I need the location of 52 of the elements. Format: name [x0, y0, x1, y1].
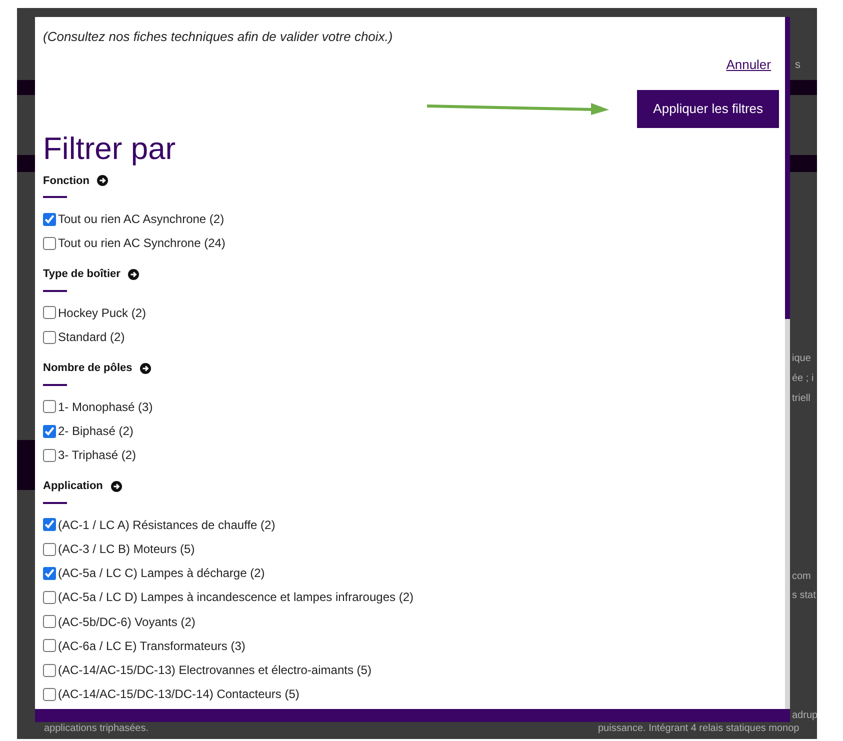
hint-text: (Consultez nos fiches techniques afin de valider votre choix.)	[43, 28, 394, 46]
filter-checkbox[interactable]	[43, 518, 56, 532]
option-label: Hockey Puck (2)	[58, 304, 146, 322]
cancel-link[interactable]: Annuler	[726, 54, 771, 74]
background-text: s	[795, 60, 800, 71]
filter-checkbox[interactable]	[43, 615, 56, 628]
option-label: (AC-5a / LC C) Lampes à décharge (2)	[58, 565, 265, 582]
filter-checkbox[interactable]	[43, 542, 56, 556]
filter-checkbox[interactable]	[43, 639, 56, 652]
arrow-circle-icon[interactable]	[97, 175, 108, 186]
option-label: (AC-14/AC-15/DC-13) Electrovannes et électro-aimants (5)	[58, 662, 372, 680]
background-text: ique	[792, 354, 811, 364]
filter-checkbox[interactable]	[43, 306, 56, 320]
option-label: (AC-5b/DC-6) Voyants (2)	[58, 614, 196, 631]
group-heading: Nombre de pôles	[43, 361, 132, 376]
background-text: ée ; i	[792, 374, 814, 384]
arrow-circle-icon[interactable]	[110, 481, 122, 492]
filter-checkbox[interactable]	[43, 566, 56, 580]
apply-filters-button[interactable]: Appliquer les filtres	[637, 90, 779, 128]
group-heading: Application	[43, 479, 103, 494]
option-label: (AC-5a / LC D) Lampes à incandescence et lampes infrarouges (2)	[58, 589, 414, 606]
filter-checkbox[interactable]	[43, 400, 56, 414]
background-text: com	[792, 572, 811, 582]
option-label: (AC-14/AC-15/DC-13/DC-14) Contacteurs (5)	[58, 686, 300, 704]
option-label: Tout ou rien AC Asynchrone (2)	[58, 211, 224, 228]
arrow-icon	[427, 102, 610, 115]
filter-checkbox[interactable]	[43, 664, 56, 677]
filter-checkbox[interactable]	[43, 448, 56, 462]
background-text: adrup	[792, 711, 817, 721]
arrow-circle-icon[interactable]	[128, 269, 140, 280]
filter-checkbox[interactable]	[43, 424, 56, 438]
filter-checkbox[interactable]	[43, 330, 56, 344]
arrow-circle-icon[interactable]	[140, 363, 152, 374]
option-label: (AC-1 / LC A) Résistances de chauffe (2)	[58, 516, 276, 534]
group-heading: Fonction	[43, 174, 90, 188]
option-label: 1- Monophasé (3)	[58, 398, 153, 416]
background-text: puissance. Intégrant 4 relais statiques monop	[598, 724, 800, 734]
option-label: Standard (2)	[58, 329, 125, 346]
group-heading: Type de boîtier	[43, 267, 120, 282]
background-text: s stat	[792, 591, 816, 601]
option-label: 3- Triphasé (2)	[58, 447, 136, 464]
filter-checkbox[interactable]	[43, 688, 56, 701]
background-text: applications triphasées.	[44, 724, 149, 734]
filter-checkbox[interactable]	[43, 212, 56, 226]
filter-checkbox[interactable]	[43, 236, 56, 250]
option-label: (AC-6a / LC E) Transformateurs (3)	[58, 638, 246, 655]
dialog-title: Filtrer par	[43, 132, 177, 164]
option-label: 2- Biphasé (2)	[58, 423, 134, 440]
background-text: triell	[792, 394, 810, 404]
option-label: Tout ou rien AC Synchrone (24)	[58, 235, 226, 252]
filter-checkbox[interactable]	[43, 590, 56, 604]
option-label: (AC-3 / LC B) Moteurs (5)	[58, 541, 195, 558]
